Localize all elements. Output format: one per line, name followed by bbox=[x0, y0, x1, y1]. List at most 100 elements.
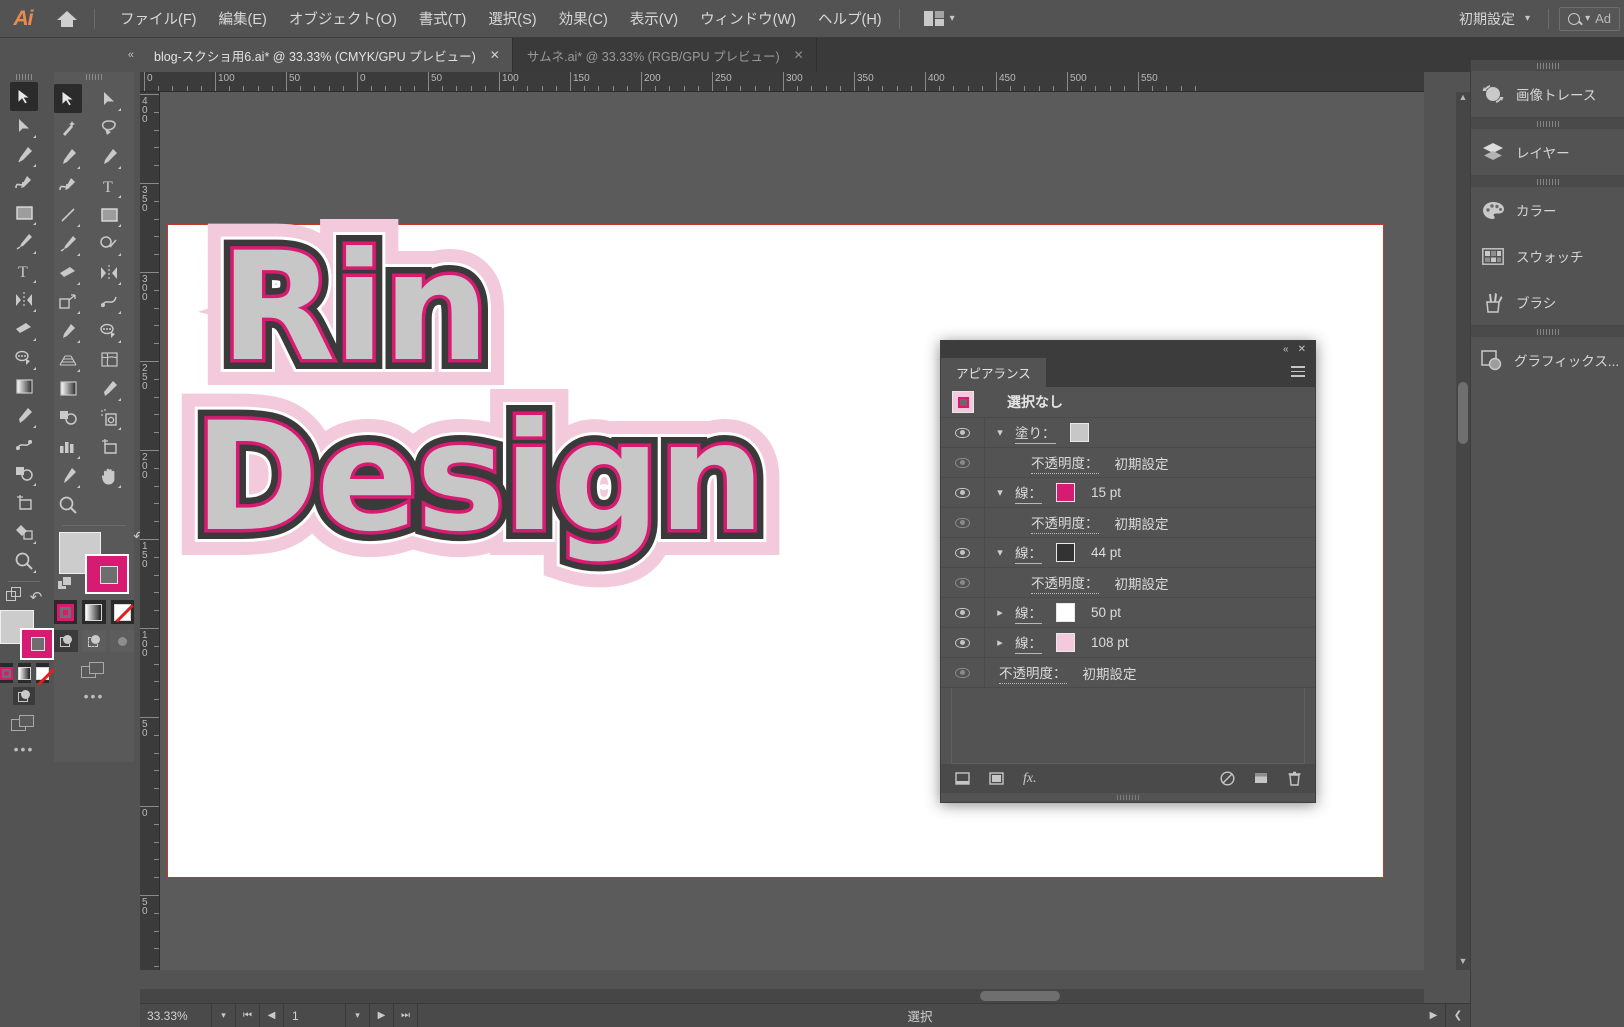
dock-grip[interactable] bbox=[1471, 118, 1624, 129]
tool-shape-builder[interactable] bbox=[10, 459, 38, 488]
workspace-switcher[interactable]: 初期設定 ▾ bbox=[1447, 4, 1542, 34]
row-value[interactable]: 15 pt bbox=[1091, 485, 1121, 500]
swap-fill-stroke-icon[interactable]: ↶ bbox=[30, 588, 43, 606]
last-artboard-button[interactable]: ⏭ bbox=[394, 1003, 418, 1027]
tool-curvature[interactable] bbox=[54, 171, 82, 200]
clear-appearance-icon[interactable] bbox=[1220, 771, 1235, 786]
tool-gradient[interactable] bbox=[54, 374, 82, 403]
appearance-row-fill[interactable]: ▾ 塗り： bbox=[941, 418, 1315, 448]
visibility-toggle[interactable] bbox=[941, 538, 985, 567]
gradient-button[interactable] bbox=[17, 663, 31, 683]
status-resize-icon[interactable]: ❮ bbox=[1446, 1004, 1470, 1027]
row-label[interactable]: 線： bbox=[1015, 482, 1042, 504]
draw-behind-button[interactable] bbox=[82, 630, 106, 652]
tool-scale[interactable] bbox=[54, 287, 82, 316]
tool-add-anchor-point[interactable] bbox=[95, 142, 123, 171]
disclosure-triangle-open-icon[interactable]: ▾ bbox=[985, 546, 1015, 559]
scroll-down-icon[interactable]: ▼ bbox=[1456, 956, 1470, 970]
appearance-row-root-opacity[interactable]: 不透明度： 初期設定 bbox=[941, 658, 1315, 688]
tool-magic-wand[interactable] bbox=[54, 113, 82, 142]
visibility-toggle[interactable] bbox=[941, 508, 985, 537]
stroke-color-swatch[interactable] bbox=[1056, 543, 1075, 562]
row-label[interactable]: 線： bbox=[1015, 602, 1042, 624]
tool-pen[interactable] bbox=[10, 140, 38, 169]
toolbar-grip[interactable] bbox=[54, 72, 134, 82]
add-effect-icon[interactable]: fx. bbox=[1023, 771, 1037, 787]
visibility-toggle[interactable] bbox=[941, 448, 985, 477]
menu-window[interactable]: ウィンドウ(W) bbox=[689, 2, 807, 35]
stroke-color-swatch[interactable] bbox=[1056, 633, 1075, 652]
visibility-toggle[interactable] bbox=[941, 658, 985, 687]
tool-perspective-grid[interactable] bbox=[54, 345, 82, 374]
tool-reflect[interactable] bbox=[10, 285, 38, 314]
visibility-toggle[interactable] bbox=[941, 598, 985, 627]
add-new-stroke-icon[interactable] bbox=[955, 772, 970, 785]
none-button[interactable] bbox=[110, 600, 134, 624]
disclosure-triangle-open-icon[interactable]: ▾ bbox=[985, 426, 1015, 439]
tool-type[interactable]: T bbox=[10, 256, 38, 285]
tool-zoom[interactable] bbox=[10, 546, 38, 575]
edit-toolbar-icon[interactable]: ••• bbox=[0, 741, 48, 757]
stroke-swatch[interactable] bbox=[20, 628, 54, 660]
tool-eraser[interactable] bbox=[54, 258, 82, 287]
tool-type[interactable]: T bbox=[95, 171, 123, 200]
row-value[interactable]: 50 pt bbox=[1091, 605, 1121, 620]
tool-shaper[interactable] bbox=[10, 343, 38, 372]
appearance-row-stroke-15[interactable]: ▾ 線： 15 pt bbox=[941, 478, 1315, 508]
tool-shape-builder[interactable] bbox=[95, 316, 123, 345]
tool-selection[interactable] bbox=[10, 82, 38, 111]
tool-line-segment[interactable] bbox=[54, 200, 82, 229]
menu-type[interactable]: 書式(T) bbox=[408, 2, 478, 35]
tool-free-transform[interactable] bbox=[54, 316, 82, 345]
menu-effect[interactable]: 効果(C) bbox=[548, 2, 619, 35]
visibility-toggle[interactable] bbox=[941, 418, 985, 447]
document-tab-active[interactable]: blog-スクショ用6.ai* @ 33.33% (CMYK/GPU プレビュー… bbox=[140, 38, 513, 72]
menu-edit[interactable]: 編集(E) bbox=[208, 2, 278, 35]
dock-grip[interactable] bbox=[1471, 326, 1624, 337]
scrollbar-thumb[interactable] bbox=[980, 991, 1060, 1001]
tool-artboard[interactable] bbox=[10, 488, 38, 517]
fill-stroke-control-small[interactable] bbox=[0, 610, 54, 660]
tool-curvature[interactable] bbox=[10, 169, 38, 198]
dock-grip[interactable] bbox=[1471, 60, 1624, 71]
ruler-horizontal[interactable]: 0 100 50 0 50 100 150 200 250 300 350 400 450 500 550 bbox=[140, 72, 1424, 92]
dock-item-swatches[interactable]: スウォッチ bbox=[1471, 233, 1624, 279]
first-artboard-button[interactable]: ⏮ bbox=[236, 1003, 260, 1027]
tool-artboard[interactable] bbox=[95, 432, 123, 461]
close-icon[interactable]: ✕ bbox=[490, 48, 500, 62]
ruler-vertical[interactable]: 400 350 300 250 200 150 100 50 0 50 bbox=[140, 92, 160, 970]
appearance-row-opacity[interactable]: 不透明度： 初期設定 bbox=[941, 448, 1315, 478]
tool-paintbrush[interactable] bbox=[10, 227, 38, 256]
menu-file[interactable]: ファイル(F) bbox=[109, 2, 208, 35]
tool-selection[interactable] bbox=[54, 84, 82, 113]
appearance-row-stroke-50[interactable]: ▸ 線： 50 pt bbox=[941, 598, 1315, 628]
zoom-dropdown-icon[interactable]: ▾ bbox=[212, 1003, 236, 1027]
visibility-toggle[interactable] bbox=[941, 478, 985, 507]
menu-help[interactable]: ヘルプ(H) bbox=[807, 2, 893, 35]
scroll-up-icon[interactable]: ▲ bbox=[1456, 92, 1470, 106]
close-icon[interactable]: ✕ bbox=[1298, 344, 1306, 355]
scrollbar-horizontal[interactable] bbox=[140, 989, 1424, 1003]
scrollbar-vertical[interactable]: ▲ ▼ bbox=[1456, 92, 1470, 970]
add-new-fill-icon[interactable] bbox=[989, 772, 1004, 785]
tool-pen[interactable] bbox=[54, 142, 82, 171]
tool-zoom[interactable] bbox=[54, 490, 82, 519]
color-button[interactable] bbox=[0, 663, 13, 683]
tool-slice[interactable] bbox=[54, 461, 82, 490]
visibility-toggle[interactable] bbox=[941, 628, 985, 657]
default-fill-stroke-icon[interactable] bbox=[57, 576, 73, 592]
menu-view[interactable]: 表示(V) bbox=[619, 2, 689, 35]
appearance-row-stroke-108[interactable]: ▸ 線： 108 pt bbox=[941, 628, 1315, 658]
change-screen-mode-icon[interactable] bbox=[11, 715, 37, 733]
appearance-target-row[interactable]: 選択なし bbox=[941, 387, 1315, 418]
tool-direct-selection[interactable] bbox=[95, 84, 123, 113]
tool-width[interactable] bbox=[95, 287, 123, 316]
stroke-color-swatch[interactable] bbox=[1056, 483, 1075, 502]
tool-lasso[interactable] bbox=[95, 113, 123, 142]
dock-item-image-trace[interactable]: 画像トレース bbox=[1471, 71, 1624, 117]
next-artboard-button[interactable]: ▶ bbox=[370, 1003, 394, 1027]
disclosure-triangle-closed-icon[interactable]: ▸ bbox=[985, 606, 1015, 619]
collapse-panel-icon[interactable]: « bbox=[1283, 344, 1289, 355]
tool-blend[interactable] bbox=[54, 403, 82, 432]
gradient-button[interactable] bbox=[82, 600, 106, 624]
